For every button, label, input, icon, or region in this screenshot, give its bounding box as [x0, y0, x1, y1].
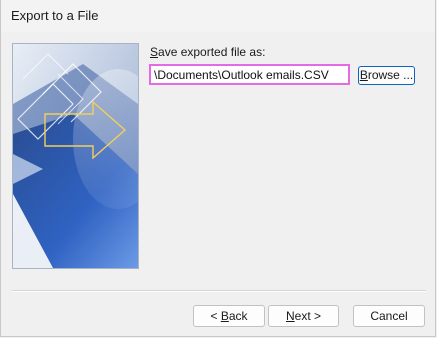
next-accelerator: N [285, 309, 295, 323]
browse-accelerator: B [359, 68, 368, 82]
cancel-button[interactable]: Cancel [353, 305, 425, 327]
dialog-title: Export to a File [11, 8, 99, 23]
back-accelerator: B [220, 309, 229, 323]
title-bar: Export to a File [1, 0, 435, 32]
back-prefix: < [210, 309, 221, 323]
save-file-label: Save exported file as: [150, 45, 265, 59]
next-label: ext > [294, 309, 322, 323]
file-path-input[interactable]: \Documents\Outlook emails.CSV [149, 64, 350, 85]
footer-separator [12, 290, 426, 292]
save-label-text: ave exported file as: [158, 45, 266, 59]
back-label: ack [228, 309, 248, 323]
browse-label: rowse ... [367, 68, 414, 82]
wizard-banner-image [12, 43, 139, 269]
save-label-accelerator: S [150, 45, 159, 59]
back-button[interactable]: < Back [193, 305, 265, 327]
export-dialog: Export to a File Save exported file as: … [0, 0, 436, 337]
browse-button[interactable]: Browse ... [358, 66, 415, 85]
next-button[interactable]: Next > [268, 305, 339, 327]
